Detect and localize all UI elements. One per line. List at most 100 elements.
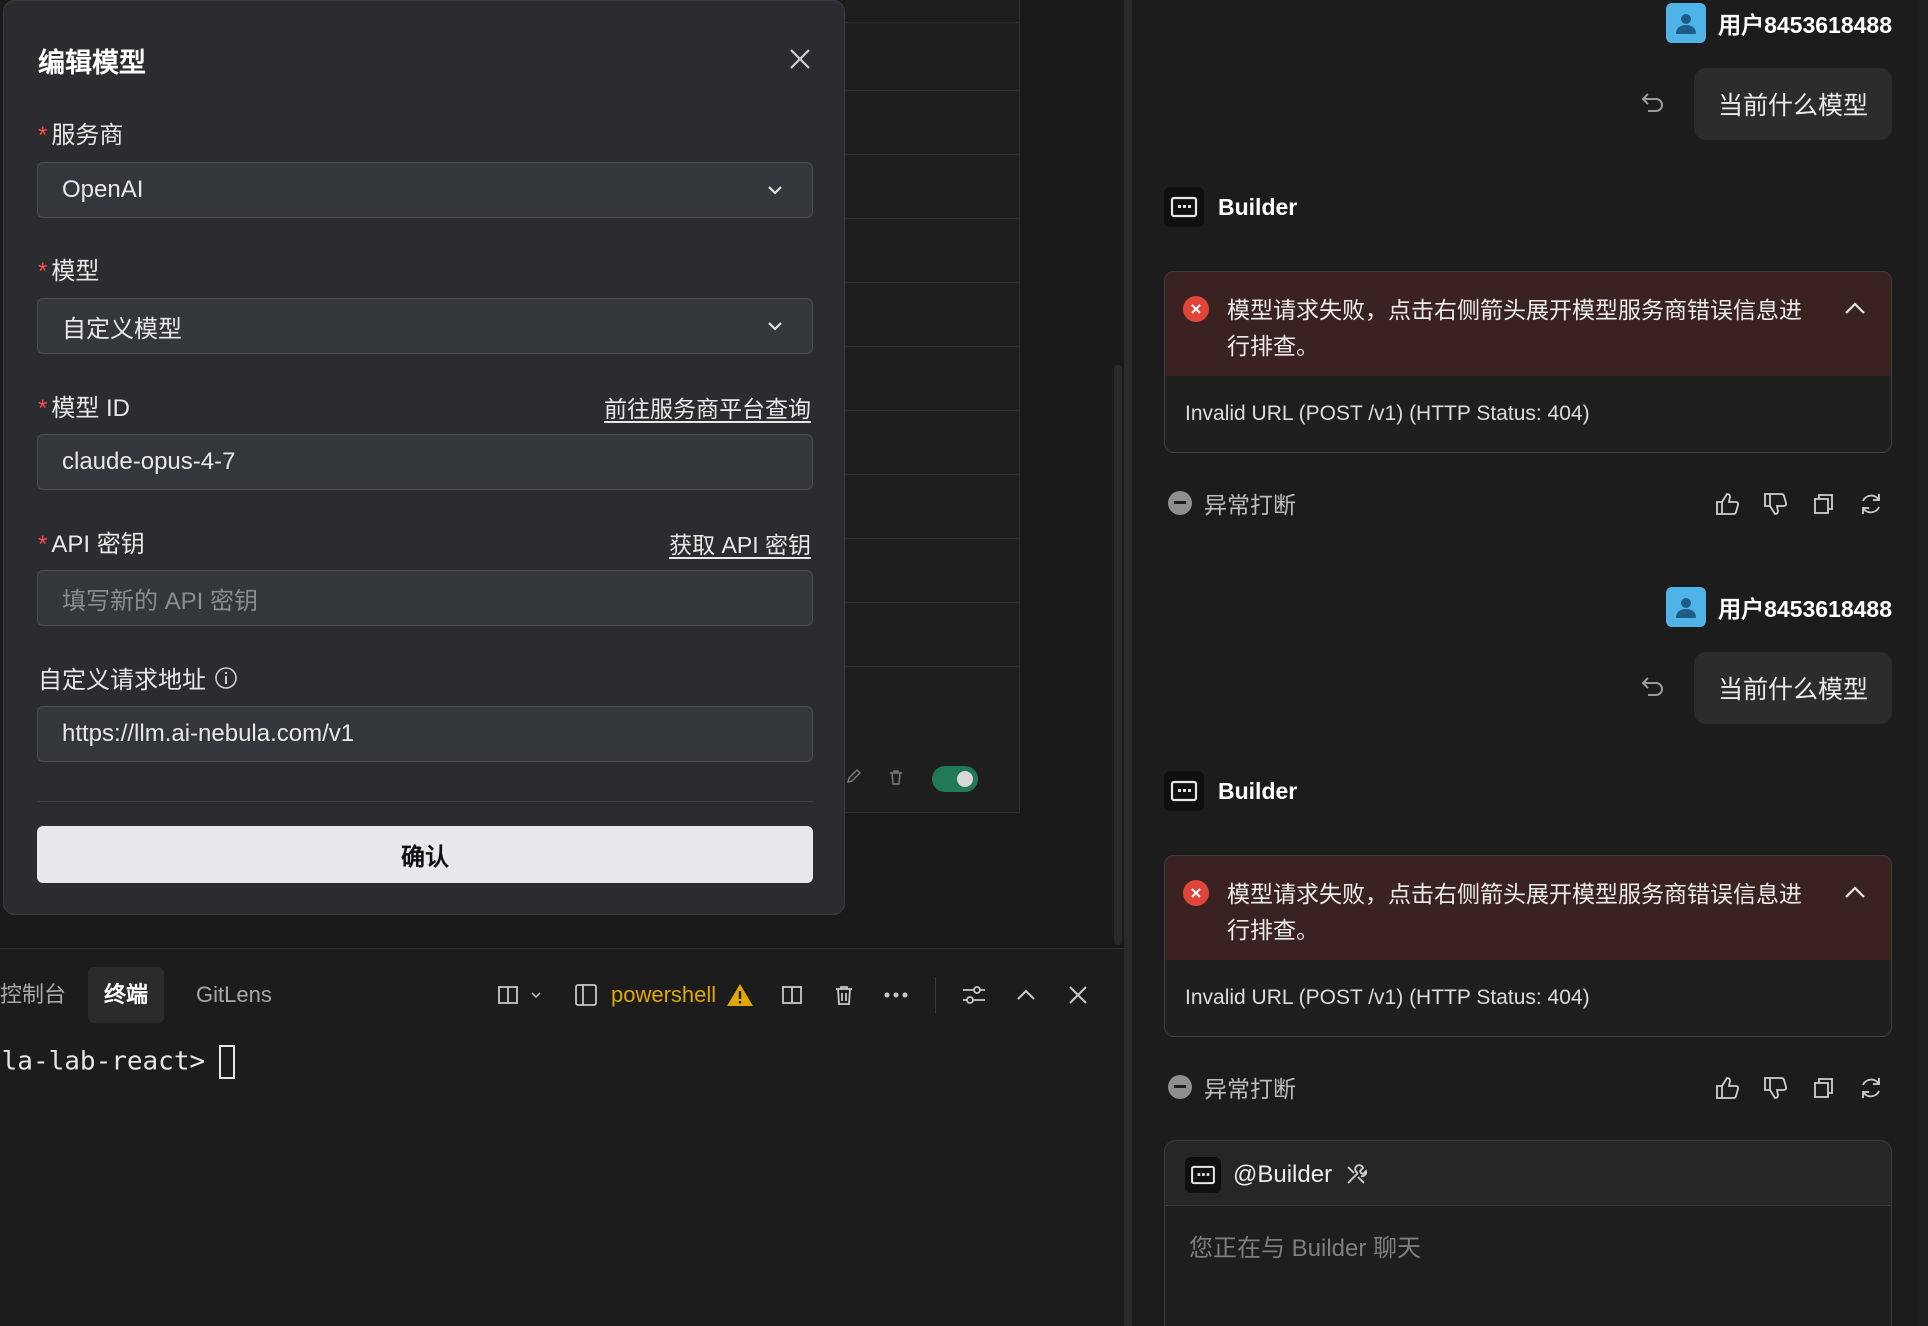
required-mark: * xyxy=(38,395,48,422)
chevron-up-icon[interactable] xyxy=(1841,878,1869,906)
panel-divider xyxy=(845,22,1020,23)
message-actions xyxy=(1710,487,1888,521)
thumbs-down-icon[interactable] xyxy=(1758,1071,1792,1105)
terminal-icon xyxy=(568,977,604,1013)
undo-icon[interactable] xyxy=(1637,86,1669,118)
refresh-icon[interactable] xyxy=(1854,487,1888,521)
close-icon xyxy=(790,49,810,69)
bot-header: Builder xyxy=(1164,771,1297,811)
confirm-button[interactable]: 确认 xyxy=(37,826,813,883)
agent-mention[interactable]: @Builder xyxy=(1233,1161,1332,1189)
panel-divider xyxy=(845,282,1020,283)
api-key-input[interactable]: 填写新的 API 密钥 xyxy=(37,570,813,626)
chat-composer: @Builder 您正在与 Builder 聊天 xyxy=(1164,1140,1892,1326)
thumbs-down-icon[interactable] xyxy=(1758,487,1792,521)
thumbs-up-icon[interactable] xyxy=(1710,1071,1744,1105)
shell-label[interactable]: powershell xyxy=(611,967,716,1023)
chat-input-placeholder: 您正在与 Builder 聊天 xyxy=(1189,1235,1422,1262)
close-button[interactable] xyxy=(782,41,818,77)
error-header: 模型请求失败，点击右侧箭头展开模型服务商错误信息进行排查。 xyxy=(1165,856,1891,960)
editor-scrollbar[interactable] xyxy=(1114,365,1122,945)
model-id-input[interactable]: claude-opus-4-7 xyxy=(37,434,813,490)
error-detail: Invalid URL (POST /v1) (HTTP Status: 404… xyxy=(1185,986,1590,1009)
thumbs-up-icon[interactable] xyxy=(1710,487,1744,521)
info-icon[interactable] xyxy=(214,666,238,690)
status-text: 异常打断 xyxy=(1204,1076,1296,1102)
sliders-icon[interactable] xyxy=(956,977,992,1013)
tools-icon[interactable] xyxy=(1344,1162,1370,1188)
chat-scrollbar[interactable] xyxy=(1918,0,1928,1326)
panel-divider xyxy=(845,538,1020,539)
panel-divider xyxy=(845,666,1020,667)
copy-icon[interactable] xyxy=(1806,487,1840,521)
chevron-down-icon[interactable] xyxy=(526,977,546,1013)
split-terminal-icon[interactable] xyxy=(774,977,810,1013)
chevron-down-icon xyxy=(766,179,788,201)
tab-gitlens[interactable]: GitLens xyxy=(180,967,288,1023)
user-message: 当前什么模型 xyxy=(1693,652,1892,724)
split-divider[interactable] xyxy=(1124,0,1132,1326)
user-message: 当前什么模型 xyxy=(1693,68,1892,140)
model-id-label: * 模型 ID xyxy=(38,388,130,423)
error-circle-icon xyxy=(1183,296,1209,322)
user-icon xyxy=(1676,598,1697,618)
provider-platform-link[interactable]: 前往服务商平台查询 xyxy=(604,390,811,424)
error-card: 模型请求失败，点击右侧箭头展开模型服务商错误信息进行排查。 Invalid UR… xyxy=(1164,271,1892,453)
edit-model-dialog: 编辑模型 * 服务商 OpenAI * 模型 自定义模型 * 模型 ID 前往服务商平… xyxy=(3,0,845,915)
provider-value: OpenAI xyxy=(62,176,144,203)
model-label-text: 模型 xyxy=(51,258,100,285)
edit-icon[interactable] xyxy=(845,768,863,791)
terminal-panel: 控制台 终端 GitLens powershell ula-lab-react> xyxy=(0,948,1124,1326)
avatar xyxy=(1666,3,1707,43)
terminal-tabbar: 控制台 终端 GitLens powershell xyxy=(0,967,1124,1023)
custom-url-label: 自定义请求地址 xyxy=(38,660,238,695)
api-key-placeholder: 填写新的 API 密钥 xyxy=(62,587,259,615)
error-detail: Invalid URL (POST /v1) (HTTP Status: 404… xyxy=(1185,402,1590,425)
error-card: 模型请求失败，点击右侧箭头展开模型服务商错误信息进行排查。 Invalid UR… xyxy=(1164,855,1892,1037)
error-title: 模型请求失败，点击右侧箭头展开模型服务商错误信息进行排查。 xyxy=(1227,297,1802,359)
terminal-cursor xyxy=(219,1045,236,1079)
provider-label-text: 服务商 xyxy=(51,122,124,149)
message-actions xyxy=(1710,1071,1888,1105)
panel-divider xyxy=(845,218,1020,219)
panel-divider xyxy=(845,154,1020,155)
chat-input[interactable]: 您正在与 Builder 聊天 xyxy=(1165,1205,1891,1326)
builder-icon xyxy=(1164,187,1204,227)
panel-divider xyxy=(845,90,1020,91)
user-name: 用户8453618488 xyxy=(1718,596,1892,622)
tab-console[interactable]: 控制台 xyxy=(0,967,82,1023)
tab-terminal[interactable]: 终端 xyxy=(88,967,165,1023)
trash-icon[interactable] xyxy=(887,768,905,791)
close-icon[interactable] xyxy=(1060,977,1096,1013)
provider-label: * 服务商 xyxy=(38,115,123,150)
settings-panel xyxy=(845,0,1020,813)
panel-divider xyxy=(845,346,1020,347)
chevron-up-icon[interactable] xyxy=(1841,294,1869,322)
chevron-up-icon[interactable] xyxy=(1008,977,1044,1013)
more-icon[interactable] xyxy=(878,977,914,1013)
get-api-key-link[interactable]: 获取 API 密钥 xyxy=(669,526,811,560)
refresh-icon[interactable] xyxy=(1854,1071,1888,1105)
copy-icon[interactable] xyxy=(1806,1071,1840,1105)
user-header: 用户8453618488 xyxy=(1666,587,1892,627)
warning-icon xyxy=(722,977,758,1013)
required-mark: * xyxy=(38,122,48,149)
model-select[interactable]: 自定义模型 xyxy=(37,298,813,354)
bot-name: Builder xyxy=(1218,193,1298,220)
provider-select[interactable]: OpenAI xyxy=(37,162,813,218)
trash-icon[interactable] xyxy=(826,977,862,1013)
error-circle-icon xyxy=(1183,880,1209,906)
bot-name: Builder xyxy=(1218,777,1298,804)
undo-icon[interactable] xyxy=(1637,670,1669,702)
enable-toggle[interactable] xyxy=(932,766,978,792)
layout-icon[interactable] xyxy=(490,977,526,1013)
user-icon xyxy=(1676,14,1697,34)
model-row-tools xyxy=(845,762,1020,792)
builder-icon xyxy=(1185,1157,1221,1193)
api-key-label-text: API 密钥 xyxy=(51,531,145,558)
model-id-label-text: 模型 ID xyxy=(51,395,131,422)
error-title: 模型请求失败，点击右侧箭头展开模型服务商错误信息进行排查。 xyxy=(1227,881,1802,943)
model-value: 自定义模型 xyxy=(62,315,182,343)
custom-url-input[interactable]: https://llm.ai-nebula.com/v1 xyxy=(37,706,813,762)
terminal-prompt[interactable]: ula-lab-react> xyxy=(0,1045,236,1079)
